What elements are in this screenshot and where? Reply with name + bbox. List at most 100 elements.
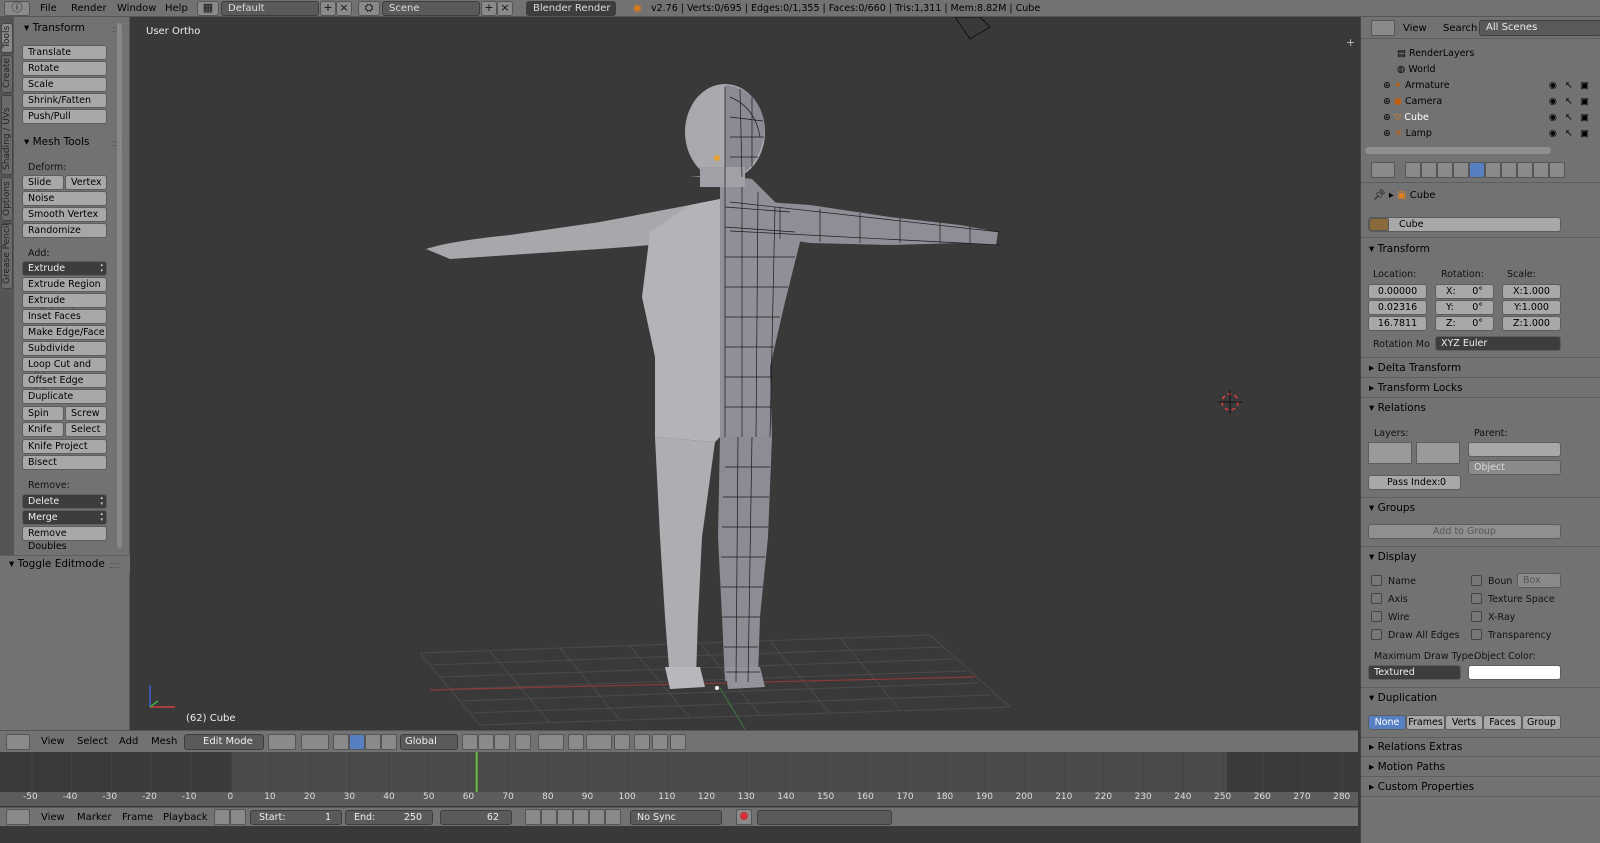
extrude-dropdown[interactable]: Extrude	[22, 261, 107, 276]
play-icon[interactable]	[573, 809, 589, 825]
lock-range-icon[interactable]	[230, 809, 246, 825]
dup-group-option[interactable]: Group	[1522, 715, 1561, 730]
merge-dropdown[interactable]: Merge	[22, 510, 107, 525]
play-reverse-icon[interactable]	[557, 809, 573, 825]
scene-icon[interactable]: ⛭	[358, 1, 380, 16]
extrude-individual-button[interactable]: Extrude Individual	[22, 293, 107, 319]
parent-field[interactable]	[1468, 442, 1561, 457]
jump-keyframe-forward-icon[interactable]	[589, 809, 605, 825]
menu-marker[interactable]: Marker	[77, 812, 112, 823]
delete-dropdown[interactable]: Delete	[22, 494, 107, 509]
menu-frame[interactable]: Frame	[122, 812, 153, 823]
spin-button[interactable]: Spin	[22, 406, 64, 421]
jump-end-icon[interactable]	[605, 809, 621, 825]
start-frame-field[interactable]: Start: 1	[250, 810, 342, 825]
menu-view[interactable]: View	[41, 736, 65, 747]
draw-all-edges-checkbox[interactable]	[1371, 629, 1382, 640]
outliner-item-cube[interactable]: ⊕ ▽ Cube ◉ ↖ ▣	[1361, 110, 1600, 126]
duplicate-button[interactable]: Duplicate	[22, 389, 107, 404]
axis-checkbox[interactable]	[1371, 593, 1382, 604]
rotation-z-field[interactable]: Z: 0°	[1435, 316, 1494, 331]
render-camera-icon[interactable]: ▣	[1580, 110, 1589, 126]
scale-manipulator-icon[interactable]	[381, 734, 397, 750]
menu-window[interactable]: Window	[117, 0, 156, 17]
select-cursor-icon[interactable]: ↖	[1565, 110, 1573, 126]
translate-manipulator-icon[interactable]	[349, 734, 365, 750]
pin-icon[interactable]: 📌︎	[1373, 190, 1386, 201]
bounds-checkbox[interactable]	[1471, 575, 1482, 586]
wire-checkbox[interactable]	[1371, 611, 1382, 622]
location-x-field[interactable]: 0.00000	[1368, 284, 1427, 299]
rotate-manipulator-icon[interactable]	[365, 734, 381, 750]
keying-set-field[interactable]	[757, 810, 892, 825]
transform-locks-header[interactable]: ▸ Transform Locks	[1369, 382, 1463, 394]
end-frame-field[interactable]: End: 250	[345, 810, 433, 825]
constraints-tab-icon[interactable]	[1485, 162, 1501, 178]
outliner-filter-select[interactable]: All Scenes	[1479, 20, 1600, 36]
subdivide-button[interactable]: Subdivide	[22, 341, 107, 356]
screen-layout-icon[interactable]: ▦	[197, 1, 219, 16]
visibility-eye-icon[interactable]: ◉	[1549, 78, 1557, 94]
outliner-menu-view[interactable]: View	[1403, 23, 1427, 34]
material-tab-icon[interactable]	[1533, 162, 1549, 178]
bisect-button[interactable]: Bisect	[22, 455, 107, 470]
menu-timeline-view[interactable]: View	[41, 812, 65, 823]
face-select-icon[interactable]	[494, 734, 510, 750]
pass-index-field[interactable]: Pass Index: 0	[1368, 475, 1461, 490]
transform-panel-header[interactable]: ▾ Transform	[24, 22, 85, 34]
outliner-item-camera[interactable]: ⊕ ◼ Camera ◉ ↖ ▣	[1361, 94, 1600, 110]
editor-type-3d-icon[interactable]	[6, 734, 30, 750]
screen-layout-field[interactable]: Default	[221, 1, 319, 16]
knife-project-button[interactable]: Knife Project	[22, 439, 107, 454]
viewport-canvas[interactable]	[130, 16, 1358, 730]
menu-help[interactable]: Help	[165, 0, 188, 17]
tab-grease-pencil[interactable]: Grease Pencil	[1, 223, 13, 289]
preview-range-icon[interactable]	[214, 809, 230, 825]
motion-paths-header[interactable]: ▸ Motion Paths	[1369, 761, 1445, 773]
render-engine-select[interactable]: Blender Render	[526, 1, 616, 16]
expand-icon[interactable]: ⊕	[1383, 96, 1391, 107]
object-tab-icon[interactable]	[1469, 162, 1485, 178]
menu-add[interactable]: Add	[119, 736, 138, 747]
render-camera-icon[interactable]: ▣	[1580, 94, 1589, 110]
tab-shading-uvs[interactable]: Shading / UVs	[1, 95, 13, 175]
select-cursor-icon[interactable]: ↖	[1565, 94, 1573, 110]
tab-create[interactable]: Create	[1, 55, 13, 93]
remove-layout-icon[interactable]: ×	[336, 1, 352, 16]
slide-vertex-button[interactable]: Vertex	[65, 175, 107, 190]
visibility-eye-icon[interactable]: ◉	[1549, 94, 1557, 110]
transparency-checkbox[interactable]	[1471, 629, 1482, 640]
viewport-plus-icon[interactable]: +	[1346, 36, 1355, 49]
dup-verts-option[interactable]: Verts	[1445, 715, 1483, 730]
scene-field[interactable]: Scene	[382, 1, 480, 16]
outliner-scrollbar[interactable]	[1365, 147, 1551, 154]
render-camera-icon[interactable]: ▣	[1580, 78, 1589, 94]
display-header[interactable]: ▾ Display	[1369, 551, 1416, 563]
menu-render[interactable]: Render	[71, 0, 107, 17]
parent-type-select[interactable]: Object	[1468, 460, 1561, 475]
texture-tab-icon[interactable]	[1549, 162, 1565, 178]
dup-none-option[interactable]: None	[1368, 715, 1406, 730]
loop-cut-slide-button[interactable]: Loop Cut and Slide	[22, 357, 107, 383]
outliner-item-world[interactable]: ◍ World	[1361, 62, 1600, 78]
menu-select[interactable]: Select	[77, 736, 108, 747]
occlude-geometry-icon[interactable]	[515, 734, 531, 750]
make-edge-face-button[interactable]: Make Edge/Face	[22, 325, 107, 340]
expand-icon[interactable]: ⊕	[1383, 112, 1391, 123]
texture-space-checkbox[interactable]	[1471, 593, 1482, 604]
dup-faces-option[interactable]: Faces	[1483, 715, 1522, 730]
select-cursor-icon[interactable]: ↖	[1565, 78, 1573, 94]
opengl-render-icon[interactable]	[634, 734, 650, 750]
transform-orientation-select[interactable]: Global	[400, 734, 458, 750]
expand-icon[interactable]: ⊕	[1383, 80, 1391, 91]
add-to-group-button[interactable]: Add to Group	[1368, 524, 1561, 539]
scale-button[interactable]: Scale	[22, 77, 107, 92]
current-frame-field[interactable]: 62	[440, 810, 512, 825]
remove-scene-icon[interactable]: ×	[497, 1, 513, 16]
object-color-swatch[interactable]	[1468, 665, 1561, 680]
edge-select-icon[interactable]	[478, 734, 494, 750]
add-scene-icon[interactable]: +	[481, 1, 497, 16]
outliner-menu-search[interactable]: Search	[1443, 23, 1477, 34]
scale-z-field[interactable]: Z:1.000	[1502, 316, 1561, 331]
visibility-eye-icon[interactable]: ◉	[1549, 126, 1557, 142]
